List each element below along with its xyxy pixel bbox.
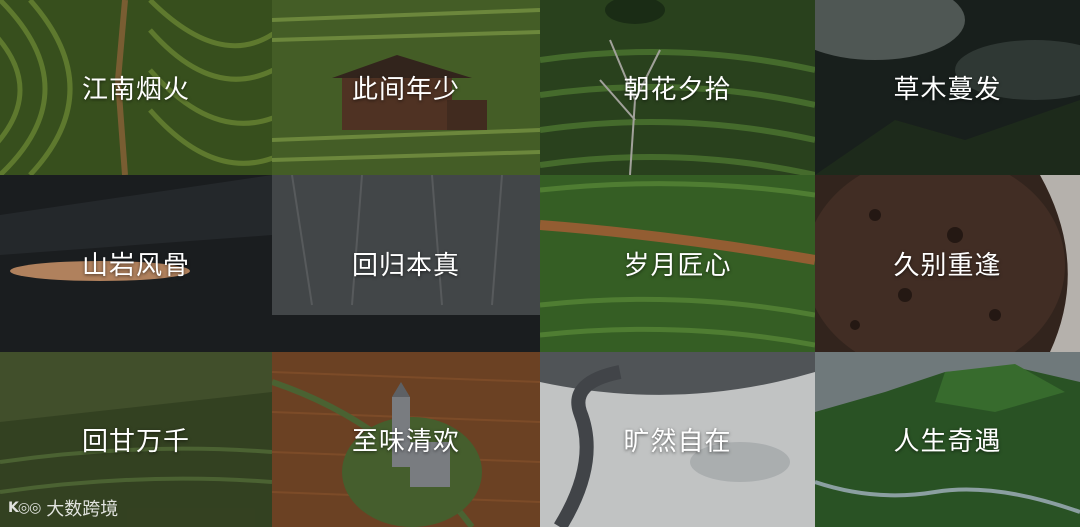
tile-label: 至味清欢 <box>351 427 460 457</box>
tile-caomu[interactable]: 草木蔓发 <box>815 0 1080 175</box>
watermark-text: 大数跨境 <box>46 499 119 520</box>
tile-label: 回甘万千 <box>81 427 190 457</box>
watermark: K◎◎ 大数跨境 <box>8 495 118 521</box>
tile-zhaohua[interactable]: 朝花夕拾 <box>540 0 815 175</box>
tile-jiangnan[interactable]: 江南烟火 <box>0 0 272 175</box>
tile-label: 人生奇遇 <box>893 427 1002 457</box>
tile-label: 朝花夕拾 <box>623 75 732 105</box>
tile-cijian[interactable]: 此间年少 <box>272 0 540 175</box>
watermark-logo: K◎◎ <box>8 500 41 516</box>
tile-huigui[interactable]: 回归本真 <box>272 175 540 352</box>
tile-label: 江南烟火 <box>81 75 190 105</box>
tile-label: 岁月匠心 <box>623 251 732 281</box>
tile-rensheng[interactable]: 人生奇遇 <box>815 352 1080 527</box>
photo-grid: 江南烟火 此间年少 朝花夕拾 草木蔓发 山岩风骨 回归本真 岁月匠心 久别重逢 … <box>0 0 1080 527</box>
tile-label: 草木蔓发 <box>893 75 1002 105</box>
tile-kuangran[interactable]: 旷然自在 <box>540 352 815 527</box>
tile-suiyue[interactable]: 岁月匠心 <box>540 175 815 352</box>
tile-label: 此间年少 <box>351 75 460 105</box>
tile-label: 久别重逢 <box>893 251 1002 281</box>
tile-jiubie[interactable]: 久别重逢 <box>815 175 1080 352</box>
tile-label: 回归本真 <box>351 251 460 281</box>
tile-label: 旷然自在 <box>623 427 732 457</box>
tile-shanyan[interactable]: 山岩风骨 <box>0 175 272 352</box>
tile-label: 山岩风骨 <box>81 251 190 281</box>
tile-zhiwei[interactable]: 至味清欢 <box>272 352 540 527</box>
